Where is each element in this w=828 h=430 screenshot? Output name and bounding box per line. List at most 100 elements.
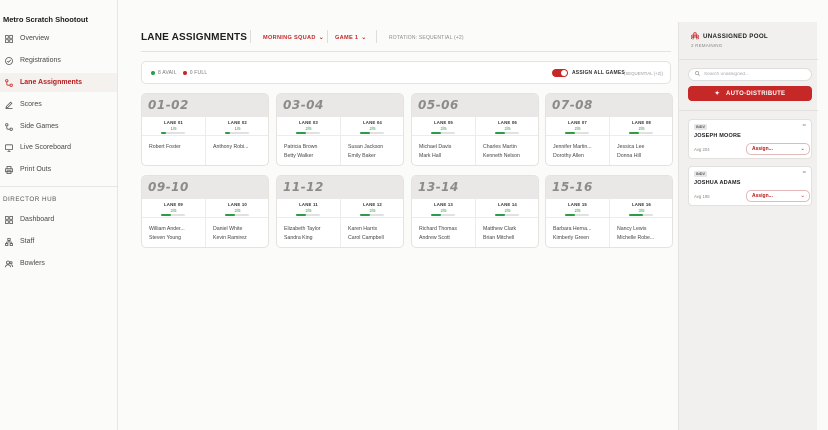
search-input[interactable] (704, 72, 804, 77)
lane-column[interactable]: LANE 02 1/5 Anthony Robi... (205, 117, 268, 165)
sidebar-item-label: Registrations (20, 57, 61, 64)
pool-bowler-card[interactable]: INDV = JOSEPH MOORE Avg 204 Assign... ⌄ (688, 119, 812, 159)
lane-label: LANE 10 (227, 202, 248, 207)
lane-capacity-fill (629, 132, 639, 134)
lane-header: LANE 08 2/5 (610, 117, 672, 136)
lane-bowler[interactable]: Elizabeth Taylor (284, 226, 336, 232)
lane-bowler[interactable]: Michael Davis (419, 144, 471, 150)
lane-bowler[interactable]: Kevin Ramirez (213, 235, 265, 241)
lane-bowler[interactable]: Patricia Brown (284, 144, 336, 150)
auto-distribute-button[interactable]: ✦ AUTO-DISTRIBUTE (688, 86, 812, 101)
lane-bowler[interactable]: Susan Jackson (348, 144, 400, 150)
lane-bowler[interactable]: Andrew Scott (419, 235, 471, 241)
lane-bowler[interactable]: Anthony Robi... (213, 144, 265, 150)
lane-bowler[interactable]: Brian Mitchell (483, 235, 535, 241)
lane-column[interactable]: LANE 14 2/5 Matthew Clark Brian Mitchell (475, 199, 538, 247)
sidebar-item-live-scoreboard[interactable]: Live Scoreboard (0, 138, 117, 157)
sidebar-item-side-games[interactable]: Side Games (0, 117, 117, 136)
sidebar-item-print-outs[interactable]: Print Outs (0, 160, 117, 179)
lane-capacity: 2/5 (440, 126, 447, 131)
lane-bowler[interactable]: Robert Foster (149, 144, 201, 150)
lane-bowler[interactable]: William Ander... (149, 226, 201, 232)
sidebar-item-label: Staff (20, 238, 35, 245)
lane-capacity-fill (225, 132, 230, 134)
sidebar-item-overview[interactable]: Overview (0, 29, 117, 48)
lane-bowler[interactable]: Steven Young (149, 235, 201, 241)
lane-bowler[interactable]: Kenneth Nelson (483, 153, 535, 159)
app-title: Metro Scratch Shootout (3, 15, 89, 24)
lane-bowler[interactable]: Dorothy Allen (553, 153, 605, 159)
lane-column[interactable]: LANE 06 2/5 Charles Martin Kenneth Nelson (475, 117, 538, 165)
lane-pair-card[interactable]: 07-08 LANE 07 2/5 Jennifer Martin... Dorothy… (545, 93, 673, 166)
lane-header: LANE 15 2/5 (546, 199, 609, 218)
lane-bowler[interactable]: Daniel White (213, 226, 265, 232)
assign-all-toggle[interactable] (552, 69, 568, 77)
lane-pair-name: 09-10 (148, 180, 189, 194)
drag-handle-icon[interactable]: = (802, 123, 806, 129)
lane-bowler[interactable]: Emily Baker (348, 153, 400, 159)
lane-bowler[interactable]: Matthew Clark (483, 226, 535, 232)
squad-select[interactable]: MORNING SQUAD ⌄ (263, 34, 324, 42)
lane-label: LANE 12 (362, 202, 383, 207)
lane-bowler[interactable]: Carol Campbell (348, 235, 400, 241)
sidebar-item-scores[interactable]: Scores (0, 95, 117, 114)
drag-handle-icon[interactable]: = (802, 170, 806, 176)
lane-column[interactable]: LANE 11 2/5 Elizabeth Taylor Sandra King (277, 199, 340, 247)
game-select[interactable]: GAME 1 ⌄ (335, 34, 367, 42)
lane-bowler[interactable]: Barbara Herna... (553, 226, 605, 232)
lane-capacity-bar (296, 132, 320, 134)
sidebar-item-lane-assignments[interactable]: Lane Assignments (0, 73, 117, 92)
lane-pair-card[interactable]: 13-14 LANE 13 2/5 Richard Thomas Andrew Scot… (411, 175, 539, 248)
sidebar-item-staff[interactable]: Staff (0, 232, 117, 251)
lane-bowler[interactable]: Donna Hill (617, 153, 669, 159)
lane-bowler[interactable]: Richard Thomas (419, 226, 471, 232)
lane-capacity-fill (495, 214, 505, 216)
lane-header: LANE 16 3/5 (610, 199, 672, 218)
lane-pair-card[interactable]: 03-04 LANE 03 2/5 Patricia Brown Betty Walke… (276, 93, 404, 166)
lane-pair-card[interactable]: 11-12 LANE 11 2/5 Elizabeth Taylor Sandra Ki… (276, 175, 404, 248)
lane-bowler[interactable]: Betty Walker (284, 153, 336, 159)
assign-lane-select[interactable]: Assign... ⌄ (746, 143, 810, 155)
lane-pair-header: 01-02 (142, 94, 268, 117)
lane-pair-card[interactable]: 09-10 LANE 09 2/5 William Ander... Steven Yo… (141, 175, 269, 248)
bowler-name: JOSHUA ADAMS (694, 180, 741, 186)
lane-header: LANE 05 2/5 (412, 117, 475, 136)
lane-bowler[interactable]: Sandra King (284, 235, 336, 241)
lane-bowler[interactable]: Kimberly Green (553, 235, 605, 241)
lane-bowler[interactable]: Charles Martin (483, 144, 535, 150)
lane-column[interactable]: LANE 08 2/5 Jessica Lee Donna Hill (609, 117, 672, 165)
lane-column[interactable]: LANE 03 2/5 Patricia Brown Betty Walker (277, 117, 340, 165)
lane-column[interactable]: LANE 09 2/5 William Ander... Steven Young (142, 199, 205, 247)
lane-column[interactable]: LANE 10 2/5 Daniel White Kevin Ramirez (205, 199, 268, 247)
lane-column[interactable]: LANE 16 3/5 Nancy Lewis Michelle Robe... (609, 199, 672, 247)
pool-bowler-card[interactable]: INDV = JOSHUA ADAMS Avg 195 Assign... ⌄ (688, 166, 812, 206)
lane-bowler[interactable]: Jennifer Martin... (553, 144, 605, 150)
lane-bowler[interactable]: Michelle Robe... (617, 235, 669, 241)
lane-column[interactable]: LANE 15 2/5 Barbara Herna... Kimberly Green (546, 199, 609, 247)
lane-column[interactable]: LANE 05 2/5 Michael Davis Mark Hall (412, 117, 475, 165)
sidebar-item-dashboard[interactable]: Dashboard (0, 210, 117, 229)
assign-lane-select[interactable]: Assign... ⌄ (746, 190, 810, 202)
sidebar-item-bowlers[interactable]: Bowlers (0, 254, 117, 273)
pool-divider (679, 59, 818, 60)
lane-column[interactable]: LANE 13 2/5 Richard Thomas Andrew Scott (412, 199, 475, 247)
lane-column[interactable]: LANE 01 1/5 Robert Foster (142, 117, 205, 165)
lane-bowler[interactable]: Mark Hall (419, 153, 471, 159)
pool-search[interactable] (688, 68, 812, 81)
grid-icon (4, 34, 13, 43)
lane-pair-card[interactable]: 05-06 LANE 05 2/5 Michael Davis Mark Hall LAN… (411, 93, 539, 166)
lane-pair-name: 11-12 (283, 180, 324, 194)
lane-pair-card[interactable]: 01-02 LANE 01 1/5 Robert Foster LANE 02 1/5 An… (141, 93, 269, 166)
lane-header: LANE 13 2/5 (412, 199, 475, 218)
lane-column[interactable]: LANE 12 2/5 Karen Harris Carol Campbell (340, 199, 403, 247)
lane-pair-name: 03-04 (283, 98, 324, 112)
lane-capacity: 3/5 (638, 208, 645, 213)
lane-column[interactable]: LANE 04 2/5 Susan Jackson Emily Baker (340, 117, 403, 165)
header-divider (250, 30, 251, 43)
lane-pair-card[interactable]: 15-16 LANE 15 2/5 Barbara Herna... Kimberly … (545, 175, 673, 248)
sidebar-item-registrations[interactable]: Registrations (0, 51, 117, 70)
lane-bowler[interactable]: Nancy Lewis (617, 226, 669, 232)
lane-column[interactable]: LANE 07 2/5 Jennifer Martin... Dorothy Alle… (546, 117, 609, 165)
lane-bowler[interactable]: Karen Harris (348, 226, 400, 232)
lane-bowler[interactable]: Jessica Lee (617, 144, 669, 150)
